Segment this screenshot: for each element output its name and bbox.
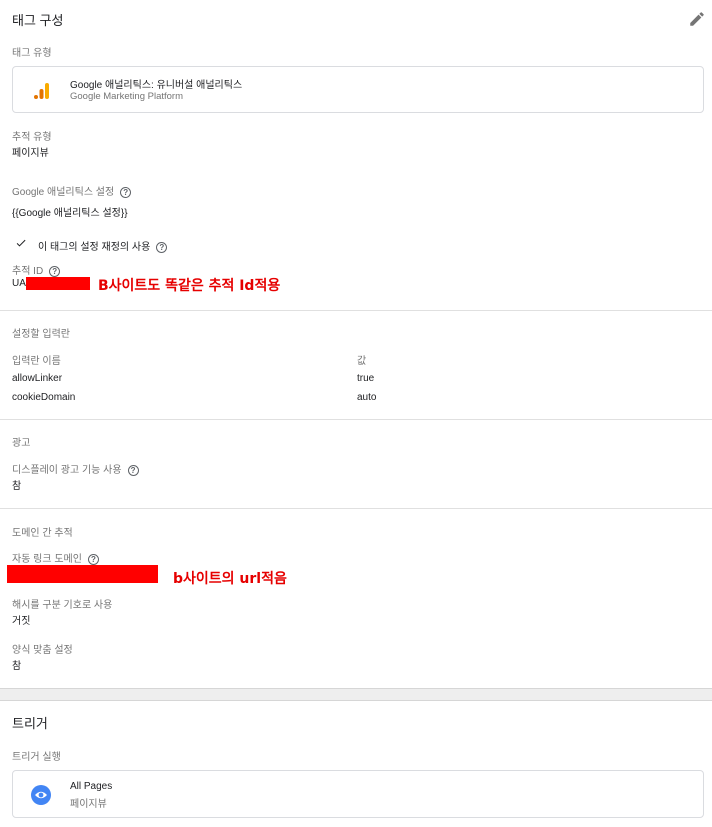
tag-config-title: 태그 구성 bbox=[12, 13, 64, 28]
annotation-tracking-id: B사이트도 똑같은 추적 Id적용 bbox=[98, 278, 281, 294]
pageview-eye-icon bbox=[31, 785, 51, 805]
trigger-card-all-pages[interactable]: All Pages 페이지뷰 bbox=[12, 770, 704, 818]
field-name: cookieDomain bbox=[12, 392, 76, 403]
decorate-forms-label: 양식 맞춤 설정 bbox=[12, 645, 73, 656]
track-type-label: 추적 유형 bbox=[12, 132, 52, 143]
help-icon[interactable]: ? bbox=[120, 186, 132, 198]
fields-col-value: 값 bbox=[357, 356, 367, 367]
cross-domain-label: 도메인 간 추적 bbox=[12, 528, 73, 539]
annotation-auto-link: b사이트의 url적음 bbox=[173, 571, 287, 587]
display-ads-label: 디스플레이 광고 기능 사용? bbox=[12, 461, 139, 476]
edit-pencil-icon[interactable] bbox=[688, 10, 706, 28]
triggers-title: 트리거 bbox=[12, 716, 48, 731]
tracking-id-label: 추적 ID? bbox=[12, 262, 61, 277]
fields-col-name: 입력란 이름 bbox=[12, 356, 61, 367]
ga-settings-label: Google 애널리틱스 설정? bbox=[12, 183, 132, 198]
auto-link-label: 자동 링크 도메인? bbox=[12, 550, 99, 565]
field-value: true bbox=[357, 373, 375, 384]
ga-settings-value: {{Google 애널리틱스 설정}} bbox=[12, 208, 128, 219]
override-setting: 이 태그의 설정 재정의 사용? bbox=[38, 238, 168, 253]
section-separator bbox=[0, 688, 712, 701]
help-icon[interactable]: ? bbox=[49, 265, 61, 277]
decorate-forms-value: 참 bbox=[12, 661, 22, 672]
field-name: allowLinker bbox=[12, 373, 63, 384]
trigger-sub: 페이지뷰 bbox=[70, 799, 107, 810]
help-icon[interactable]: ? bbox=[87, 553, 99, 565]
divider bbox=[0, 508, 712, 509]
help-icon[interactable]: ? bbox=[156, 241, 168, 253]
help-icon[interactable]: ? bbox=[127, 464, 139, 476]
field-value: auto bbox=[357, 392, 377, 403]
hash-value: 거짓 bbox=[12, 616, 31, 627]
ads-label: 광고 bbox=[12, 438, 31, 449]
fields-label: 설정할 입력란 bbox=[12, 329, 70, 340]
tag-type-label: 태그 유형 bbox=[12, 48, 52, 59]
display-ads-value: 참 bbox=[12, 481, 22, 492]
redaction-box bbox=[26, 277, 90, 290]
tag-type-card[interactable]: Google 애널리틱스: 유니버설 애널리틱스 Google Marketin… bbox=[12, 66, 704, 113]
divider bbox=[0, 310, 712, 311]
google-analytics-icon bbox=[33, 82, 51, 100]
trigger-name: All Pages bbox=[70, 781, 113, 792]
track-type-value: 페이지뷰 bbox=[12, 148, 49, 159]
tag-type-sub: Google Marketing Platform bbox=[70, 91, 183, 102]
redaction-box bbox=[7, 565, 158, 583]
hash-label: 해시를 구분 기호로 사용 bbox=[12, 600, 113, 611]
tracking-id-prefix: UA bbox=[12, 278, 26, 289]
firing-triggers-label: 트리거 실행 bbox=[12, 752, 61, 763]
checkmark-icon bbox=[15, 237, 27, 249]
tag-type-name: Google 애널리틱스: 유니버설 애널리틱스 bbox=[70, 80, 243, 91]
divider bbox=[0, 419, 712, 420]
